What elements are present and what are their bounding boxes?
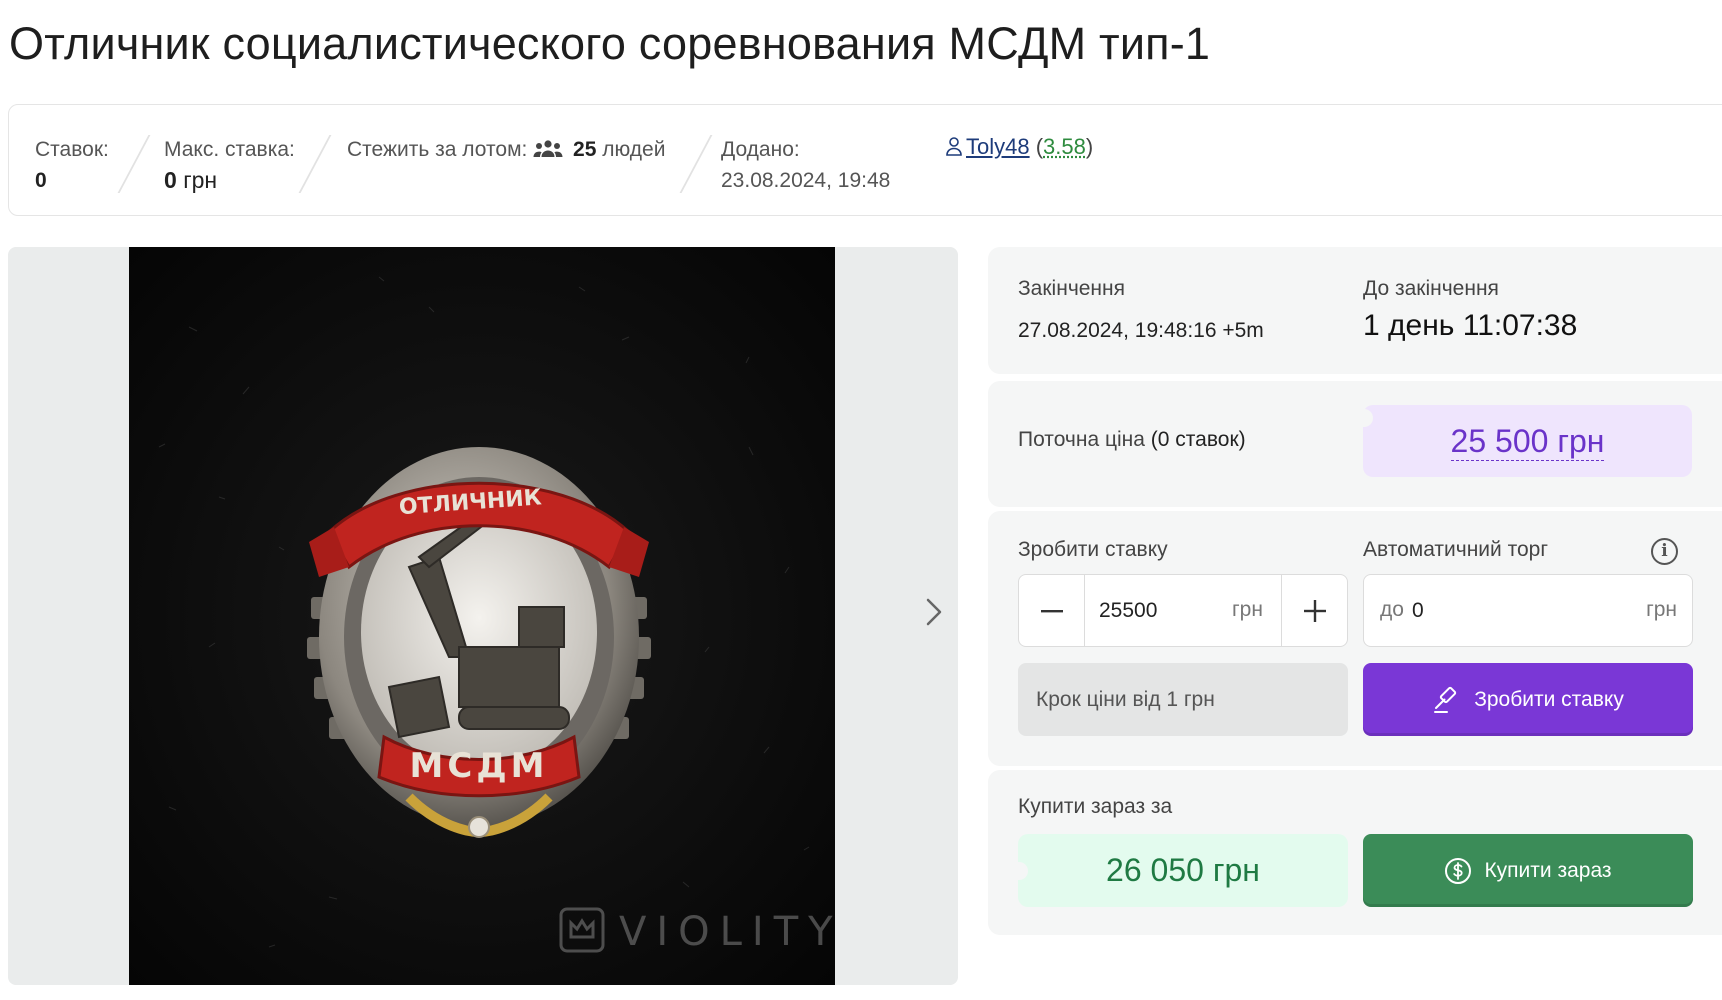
place-bid-label: Зробити ставку [1474, 687, 1624, 711]
auto-bid-label: Автоматичний торг [1363, 538, 1549, 561]
buy-now-button[interactable]: Купити зараз [1363, 834, 1693, 907]
current-price-value: 25 500 грн [1450, 422, 1605, 461]
badge-image: МСДМ ОТЛИЧНИК [129, 247, 835, 985]
seller-info: Toly48 (3.58) [946, 134, 1093, 160]
end-value: 27.08.2024, 19:48:16 +5m [1018, 319, 1264, 342]
watchers-stat: Стежить за лотом: 25 людей [347, 134, 665, 165]
seller-name-link[interactable]: Toly48 [966, 134, 1030, 159]
lot-title: Отличник социалистического соревнования … [9, 18, 1211, 69]
users-icon [533, 140, 563, 157]
buy-now-label: Купити зараз за [1018, 795, 1173, 818]
bid-label: Зробити ставку [1018, 538, 1168, 561]
lot-stats-bar: Ставок: 0 Макс. ставка: 0 грн Стежить за… [8, 104, 1722, 216]
added-value: 23.08.2024, 19:48 [721, 169, 891, 192]
watermark: VIOLITY [559, 907, 835, 955]
current-price-panel: Поточна ціна (0 ставок) 25 500 грн [988, 381, 1722, 507]
bid-panel: Зробити ставку Автоматичний торг i грн д… [988, 511, 1722, 766]
added-label: Додано: [721, 138, 800, 161]
current-price-label-wrap: Поточна ціна (0 ставок) [1018, 428, 1246, 452]
minus-icon [1040, 609, 1063, 612]
gavel-icon [1434, 686, 1457, 713]
violity-crown-icon [559, 907, 605, 953]
bid-amount-stepper: грн [1018, 574, 1348, 647]
remaining-label: До закінчення [1363, 277, 1499, 300]
divider [679, 135, 713, 193]
dollar-circle-icon [1445, 857, 1472, 884]
current-price-tag[interactable]: 25 500 грн [1363, 405, 1692, 477]
current-price-bids: (0 ставок) [1150, 428, 1246, 451]
end-label: Закінчення [1018, 277, 1125, 300]
photo-gallery: МСДМ ОТЛИЧНИК VIOLITY [8, 247, 958, 985]
price-step-note: Крок ціни від 1 грн [1018, 663, 1348, 736]
next-photo-button[interactable] [918, 592, 948, 632]
bids-value: 0 [35, 169, 47, 192]
decrease-bid-button[interactable] [1019, 575, 1085, 646]
auction-end-panel: Закінчення 27.08.2024, 19:48:16 +5m До з… [988, 247, 1722, 374]
watchers-label: Стежить за лотом: [347, 138, 528, 161]
svg-text:МСДМ: МСДМ [410, 746, 549, 786]
buy-now-panel: Купити зараз за 26 050 грн Купити зараз [988, 770, 1722, 935]
current-price-label: Поточна ціна [1018, 428, 1145, 451]
watermark-text: VIOLITY [619, 909, 835, 955]
place-bid-button[interactable]: Зробити ставку [1363, 663, 1693, 736]
bids-label: Ставок: [35, 138, 109, 161]
divider [298, 135, 332, 193]
seller-rating-link[interactable]: 3.58 [1043, 134, 1086, 159]
divider [117, 135, 151, 193]
auto-bid-prefix: до [1380, 598, 1404, 621]
lot-photo[interactable]: МСДМ ОТЛИЧНИК VIOLITY [129, 247, 835, 985]
watchers-count: 25 [573, 138, 597, 161]
bid-currency: грн [1232, 598, 1263, 621]
user-icon [946, 137, 962, 156]
bids-stat: Ставок: 0 [35, 134, 109, 196]
plus-icon [1303, 599, 1326, 622]
remaining-value: 1 день 11:07:38 [1363, 309, 1578, 342]
max-bid-value: 0 [164, 167, 177, 193]
max-bid-stat: Макс. ставка: 0 грн [164, 134, 295, 196]
auto-bid-currency: грн [1646, 598, 1677, 621]
info-icon[interactable]: i [1651, 538, 1678, 565]
increase-bid-button[interactable] [1281, 575, 1347, 646]
buy-now-price: 26 050 грн [1018, 834, 1348, 907]
max-bid-currency: грн [183, 167, 218, 193]
buy-now-button-label: Купити зараз [1484, 858, 1612, 882]
auto-bid-input[interactable] [1412, 595, 1592, 627]
added-stat: Додано: 23.08.2024, 19:48 [721, 134, 890, 196]
bid-amount-input[interactable] [1099, 595, 1209, 627]
chevron-right-icon [926, 598, 942, 626]
max-bid-label: Макс. ставка: [164, 138, 295, 161]
watchers-unit: людей [602, 138, 666, 161]
auto-bid-field: до грн [1363, 574, 1693, 647]
